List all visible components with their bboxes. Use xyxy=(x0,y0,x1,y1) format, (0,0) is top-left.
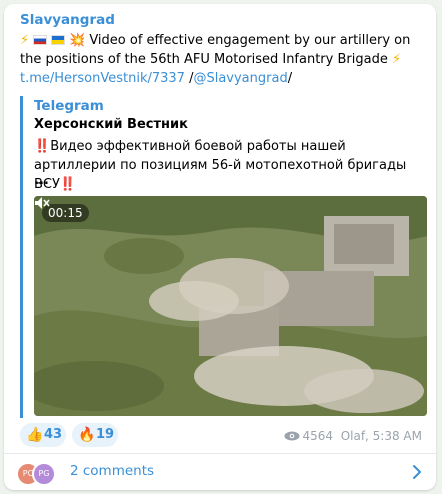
reaction-count: 19 xyxy=(96,427,115,442)
chevron-right-icon xyxy=(413,465,421,479)
exclamation-icon: ‼️ xyxy=(34,139,51,154)
avatar: PG xyxy=(32,462,56,486)
thumbs-up-icon: 👍 xyxy=(26,427,44,443)
exclamation-icon: ‼️ xyxy=(59,177,77,192)
ukraine-flag-icon xyxy=(51,35,66,45)
video-frame xyxy=(34,196,427,416)
mute-icon[interactable] xyxy=(34,196,50,210)
forward-body: Видео эффективной боевой работы нашей ар… xyxy=(34,139,407,192)
forward-ellipsis: ... xyxy=(34,173,49,188)
message-card: Slavyangrad ⚡ 💥 Video of effective engagem… xyxy=(4,4,436,490)
video-player[interactable]: 00:15 xyxy=(34,196,427,416)
comments-label: 2 comments xyxy=(70,463,155,479)
message-meta: 4564 Olaf, 5:38 AM xyxy=(284,429,422,443)
eye-icon xyxy=(284,431,299,441)
lightning-icon: ⚡ xyxy=(387,52,402,67)
link-end: / xyxy=(287,71,293,86)
forward-text: ‼️Видео эффективной боевой работы нашей … xyxy=(34,137,424,194)
reaction-fire[interactable]: 🔥 19 xyxy=(72,423,118,447)
comments-button[interactable]: PC PG 2 comments xyxy=(4,454,436,490)
forward-author: Херсонский Вестник xyxy=(34,117,188,132)
lightning-icon: ⚡ xyxy=(20,33,30,48)
reaction-count: 43 xyxy=(44,427,63,442)
source-link[interactable]: t.me/HersonVestnik/7337 xyxy=(20,71,185,86)
fire-icon: 🔥 xyxy=(78,427,96,443)
channel-name[interactable]: Slavyangrad xyxy=(20,12,115,28)
explosion-icon: 💥 xyxy=(69,33,86,48)
russia-flag-icon xyxy=(33,35,48,45)
message-text: ⚡ 💥 Video of effective engagement by our a… xyxy=(20,31,428,88)
reaction-thumbs-up[interactable]: 👍 43 xyxy=(20,423,66,447)
forward-source: Telegram xyxy=(34,98,104,114)
channel-mention-link[interactable]: @Slavyangrad xyxy=(193,71,287,86)
forwarded-preview[interactable]: Telegram Херсонский Вестник ‼️Видео эффе… xyxy=(20,96,428,418)
author-time: Olaf, 5:38 AM xyxy=(340,429,422,443)
view-count: 4564 xyxy=(302,429,334,443)
